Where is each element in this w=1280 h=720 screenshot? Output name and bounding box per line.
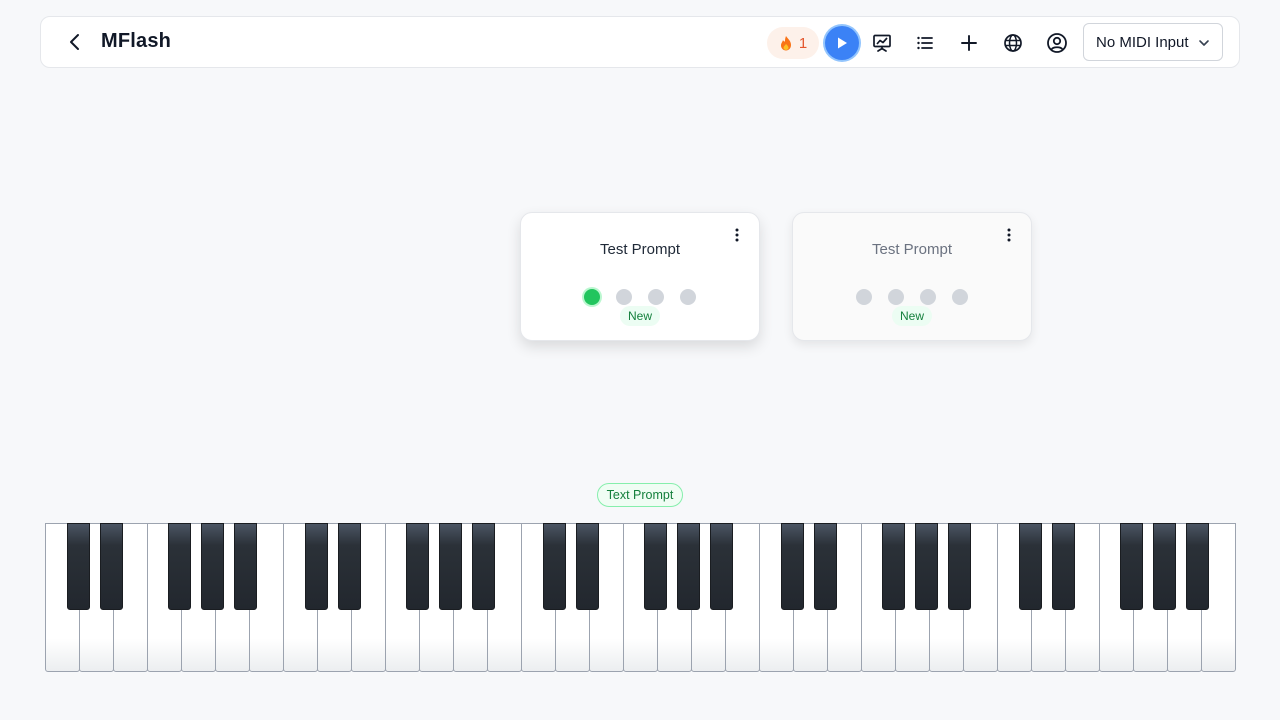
streak-badge[interactable]: 1 [767, 27, 819, 59]
black-key[interactable] [439, 523, 463, 610]
black-key[interactable] [1119, 523, 1143, 610]
progress-dots [793, 289, 1031, 305]
black-key[interactable] [234, 523, 258, 610]
list-button[interactable] [912, 30, 938, 56]
black-key[interactable] [472, 523, 496, 610]
top-bar: MFlash 1 No MIDI Input [40, 16, 1240, 68]
black-key[interactable] [643, 523, 667, 610]
more-vertical-icon [1007, 228, 1011, 242]
prompt-card[interactable]: Test Prompt New [792, 212, 1032, 341]
black-key[interactable] [813, 523, 837, 610]
black-key[interactable] [1018, 523, 1042, 610]
prompt-card[interactable]: Test Prompt New [520, 212, 760, 341]
status-badge: New [619, 306, 661, 326]
chevron-down-icon [1199, 40, 1209, 46]
black-key[interactable] [915, 523, 939, 610]
back-icon [70, 34, 79, 50]
black-key[interactable] [1051, 523, 1075, 610]
list-icon [917, 36, 933, 50]
text-prompt-label: Text Prompt [597, 483, 683, 507]
play-icon [838, 37, 847, 49]
progress-dot [584, 289, 600, 305]
piano-keyboard[interactable] [45, 523, 1236, 672]
progress-dot [952, 289, 968, 305]
black-key[interactable] [99, 523, 123, 610]
black-key[interactable] [304, 523, 328, 610]
progress-dot [920, 289, 936, 305]
app-title: MFlash [101, 30, 172, 52]
black-key[interactable] [881, 523, 905, 610]
card-title: Test Prompt [599, 241, 681, 258]
status-badge: New [891, 306, 933, 326]
progress-dot [616, 289, 632, 305]
globe-icon [1004, 34, 1022, 52]
progress-dot [680, 289, 696, 305]
play-button[interactable] [825, 26, 859, 60]
chart-icon [873, 34, 891, 52]
black-key[interactable] [167, 523, 191, 610]
account-icon [1047, 33, 1067, 53]
black-key[interactable] [1153, 523, 1177, 610]
progress-dot [856, 289, 872, 305]
back-button[interactable] [63, 30, 87, 54]
card-title: Test Prompt [871, 241, 953, 258]
progress-dot [888, 289, 904, 305]
more-vertical-icon [735, 228, 739, 242]
black-key[interactable] [405, 523, 429, 610]
midi-input-value: No MIDI Input [1096, 33, 1189, 51]
black-key[interactable] [710, 523, 734, 610]
account-button[interactable] [1044, 30, 1070, 56]
progress-dot [648, 289, 664, 305]
black-key[interactable] [66, 523, 90, 610]
streak-count: 1 [798, 34, 808, 52]
flame-icon [779, 35, 793, 51]
black-key[interactable] [337, 523, 361, 610]
black-key[interactable] [575, 523, 599, 610]
progress-dots [521, 289, 759, 305]
black-key[interactable] [201, 523, 225, 610]
black-key[interactable] [542, 523, 566, 610]
stats-button[interactable] [869, 30, 895, 56]
black-key[interactable] [948, 523, 972, 610]
black-key[interactable] [1186, 523, 1210, 610]
black-key[interactable] [780, 523, 804, 610]
add-button[interactable] [956, 30, 982, 56]
midi-input-select[interactable]: No MIDI Input [1083, 23, 1223, 61]
black-key[interactable] [677, 523, 701, 610]
plus-icon [961, 35, 977, 51]
language-button[interactable] [1000, 30, 1026, 56]
